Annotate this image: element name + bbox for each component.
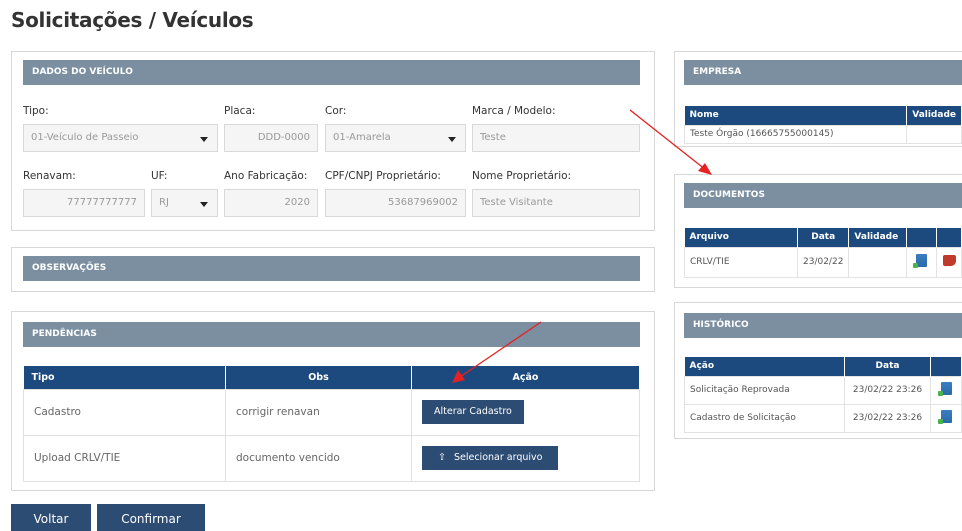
cell-acao: Cadastro de Solicitação	[684, 403, 845, 433]
marca-field[interactable]: Teste	[472, 124, 640, 152]
selecionar-arquivo-button[interactable]: ⇧ Selecionar arquivo	[422, 446, 559, 470]
cpf-field[interactable]: 53687969002	[325, 189, 466, 217]
marca-label: Marca / Modelo:	[472, 105, 556, 117]
cell-data: 23/02/22 23:26	[844, 403, 931, 433]
col-nome: Nome	[684, 106, 908, 125]
documentos-table: Arquivo Data Validade CRLV/TIE 23/02/22	[684, 228, 962, 278]
caret-down-icon	[200, 137, 208, 142]
table-row: Cadastro corrigir renavan Alterar Cadast…	[23, 388, 640, 436]
col-tipo: Tipo	[23, 366, 226, 389]
voltar-button[interactable]: Voltar	[11, 504, 91, 531]
cell-data: 23/02/22 23:26	[844, 375, 931, 405]
cpf-label: CPF/CNPJ Proprietário:	[325, 170, 441, 182]
alterar-cadastro-button[interactable]: Alterar Cadastro	[422, 400, 524, 424]
renavam-label: Renavam:	[23, 170, 76, 182]
cell-arquivo: CRLV/TIE	[684, 246, 798, 278]
caret-down-icon	[448, 137, 456, 142]
cor-value: 01-Amarela	[333, 132, 391, 143]
tipo-value: 01-Veículo de Passeio	[31, 132, 139, 143]
caret-down-icon	[200, 202, 208, 207]
document-icon[interactable]	[913, 254, 928, 268]
tipo-select[interactable]: 01-Veículo de Passeio	[23, 124, 218, 152]
cell-tipo: Cadastro	[23, 388, 226, 436]
cell-validade	[906, 124, 962, 144]
historico-table: Ação Data Solicitação Reprovada 23/02/22…	[684, 357, 962, 433]
document-icon[interactable]	[937, 382, 952, 396]
col-acao: Ação	[411, 366, 640, 389]
table-row: CRLV/TIE 23/02/22	[684, 246, 962, 278]
col-data: Data	[844, 357, 931, 376]
placa-label: Placa:	[224, 105, 256, 117]
historico-header: HISTÓRICO	[684, 313, 962, 338]
observacoes-header[interactable]: OBSERVAÇÕES	[23, 256, 640, 281]
pendencias-table: Tipo Obs Ação Cadastro corrigir renavan …	[23, 366, 640, 482]
table-row: Teste Órgão (16665755000145)	[683, 124, 962, 144]
renavam-field[interactable]: 77777777777	[23, 189, 145, 217]
ano-label: Ano Fabricação:	[224, 170, 308, 182]
cell-nome: Teste Órgão (16665755000145)	[683, 124, 908, 144]
col-validade: Validade	[848, 228, 908, 247]
nome-label: Nome Proprietário:	[472, 170, 572, 182]
table-header-row: Tipo Obs Ação	[23, 366, 640, 389]
empresa-table: Nome Validade Teste Órgão (1666575500014…	[683, 106, 962, 144]
cell-validade	[848, 246, 908, 278]
documentos-header: DOCUMENTOS	[684, 183, 962, 208]
col-data: Data	[797, 228, 850, 247]
uf-label: UF:	[151, 170, 168, 182]
upload-icon: ⇧	[438, 452, 446, 463]
col-arquivo: Arquivo	[684, 228, 798, 247]
uf-select[interactable]: RJ	[151, 189, 218, 217]
cell-obs: documento vencido	[225, 434, 412, 482]
cor-label: Cor:	[325, 105, 347, 117]
cell-tipo: Upload CRLV/TIE	[23, 434, 226, 482]
table-row: Solicitação Reprovada 23/02/22 23:26	[684, 375, 962, 405]
empresa-header: EMPRESA	[684, 60, 962, 85]
document-icon[interactable]	[937, 410, 952, 424]
cor-select[interactable]: 01-Amarela	[325, 124, 466, 152]
nome-field[interactable]: Teste Visitante	[472, 189, 640, 217]
pendencias-header: PENDÊNCIAS	[23, 322, 640, 347]
page-title: Solicitações / Veículos	[11, 8, 254, 32]
ano-field[interactable]: 2020	[224, 189, 318, 217]
placa-field[interactable]: DDD-0000	[224, 124, 318, 152]
confirmar-button[interactable]: Confirmar	[97, 504, 205, 531]
uf-value: RJ	[159, 197, 169, 208]
cell-obs: corrigir renavan	[225, 388, 412, 436]
col-acao: Ação	[684, 357, 845, 376]
cell-acao: Solicitação Reprovada	[684, 375, 845, 405]
table-row: Upload CRLV/TIE documento vencido ⇧ Selec…	[23, 434, 640, 482]
col-obs: Obs	[225, 366, 412, 389]
table-row: Cadastro de Solicitação 23/02/22 23:26	[684, 403, 962, 433]
thumbs-down-icon[interactable]	[942, 255, 956, 266]
selecionar-arquivo-label: Selecionar arquivo	[453, 452, 543, 463]
tipo-label: Tipo:	[23, 105, 49, 117]
col-validade: Validade	[906, 106, 962, 125]
cell-data: 23/02/22	[796, 246, 850, 278]
vehicle-data-header: DADOS DO VEÍCULO	[23, 60, 640, 85]
